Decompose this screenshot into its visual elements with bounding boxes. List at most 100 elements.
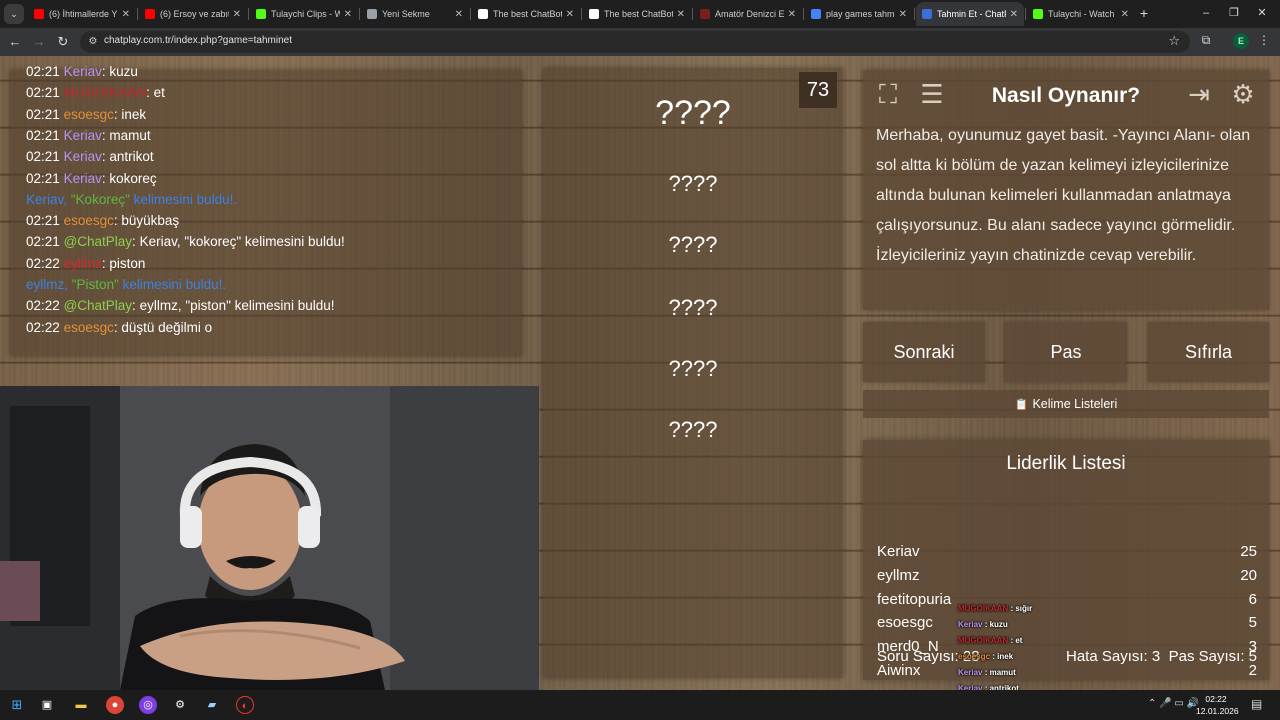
chat-text: et [153, 85, 165, 101]
overlay-text: kuzu [989, 619, 1008, 629]
browser-tab[interactable]: Tulaychi - Watch ✕ [1027, 2, 1135, 26]
tab-search-button[interactable]: ⌄ [4, 4, 24, 24]
browser-tab[interactable]: The best ChatBot ✕ [583, 2, 691, 26]
leaderboard-score: 6 [1248, 590, 1257, 608]
browser-tab[interactable]: Tahmin Et - ChatP ✕ [916, 2, 1024, 26]
more-menu-icon[interactable]: ⋮ [1258, 33, 1270, 49]
maximize-button[interactable]: ❐ [1224, 4, 1244, 22]
close-window-button[interactable]: ✕ [1252, 4, 1272, 22]
chat-username[interactable]: @ChatPlay [64, 234, 132, 249]
pass-button[interactable]: Pas [1005, 322, 1127, 382]
chat-username[interactable]: Keriav [64, 128, 102, 143]
chat-time: 02:21 [26, 170, 60, 186]
chat-username[interactable]: @ChatPlay [64, 298, 132, 313]
browser-tab[interactable]: Yeni Sekme ✕ [361, 2, 469, 26]
browser-tab[interactable]: The best ChatBot ✕ [472, 2, 580, 26]
chat-text: piston [109, 255, 146, 271]
obs-icon[interactable]: ◎ [139, 696, 157, 714]
tab-favicon-icon [367, 9, 377, 19]
chat-time: 02:21 [26, 127, 60, 143]
tab-close-icon[interactable]: ✕ [899, 9, 907, 20]
chat-username[interactable]: MUGOIKAAN [64, 85, 147, 100]
overlay-chat-line: esoesgc : inek [958, 651, 1014, 661]
chat-system-message: Keriav, "Kokoreç" kelimesini buldu!. [26, 192, 237, 207]
tab-favicon-icon [34, 9, 44, 19]
taboo-word-slot: ???? [668, 232, 718, 257]
how-to-play-panel: ⛶ ☰ Nasıl Oynanır? ⇥ ⚙ Merhaba, oyunumuz… [863, 70, 1269, 310]
words-panel: ???? ???? ???? ???? ???? ???? [543, 68, 843, 678]
chat-text: büyükbaş [121, 213, 180, 229]
tab-title: Tulaychi Clips - W [271, 9, 340, 19]
minimize-button[interactable]: – [1196, 4, 1216, 22]
chat-text: kokoreç [109, 170, 157, 186]
tab-title: (6) İhtimallerde Y [49, 9, 118, 19]
forward-icon[interactable]: → [30, 33, 48, 51]
webcam-feed [0, 386, 539, 690]
chat-message: 02:21 Keriav: kuzu [26, 64, 138, 79]
chat-time: 02:22 [26, 298, 60, 314]
browser-tab[interactable]: (6) Ersoy ve zabıt ✕ [139, 2, 247, 26]
task-view-icon[interactable]: ▣ [38, 696, 56, 714]
chat-system-message: eyllmz, "Piston" kelimesini buldu!. [26, 277, 226, 292]
new-tab-button[interactable]: + [1136, 4, 1152, 22]
chat-username[interactable]: esoesgc [64, 213, 114, 228]
back-icon[interactable]: ← [6, 33, 24, 51]
extensions-icon[interactable]: ⧉ [1198, 33, 1214, 49]
file-explorer-icon[interactable]: ▬ [72, 696, 90, 714]
url-text[interactable]: chatplay.com.tr/index.php?game=tahminet [104, 35, 292, 46]
tab-close-icon[interactable]: ✕ [1010, 9, 1018, 20]
taskbar-clock[interactable]: 02:22 12.01.2026 [1196, 693, 1239, 717]
recording-app-icon[interactable]: ◐ [236, 696, 254, 714]
tab-close-icon[interactable]: ✕ [122, 9, 130, 20]
chat-username[interactable]: esoesgc [64, 320, 114, 335]
chat-time: 02:21 [26, 213, 60, 229]
tab-close-icon[interactable]: ✕ [344, 9, 352, 20]
next-button[interactable]: Sonraki [863, 322, 985, 382]
leaderboard-score: 20 [1240, 566, 1257, 584]
browser-tab[interactable]: Amatör Denizci E ✕ [694, 2, 802, 26]
tab-close-icon[interactable]: ✕ [1121, 9, 1129, 20]
tab-close-icon[interactable]: ✕ [566, 9, 574, 20]
notification-icon[interactable]: ▤ [1251, 697, 1262, 711]
leaderboard-name: feetitopuria [877, 590, 952, 608]
chat-username[interactable]: esoesgc [64, 107, 114, 122]
tab-title: Tulaychi - Watch [1048, 9, 1115, 19]
chat-time: 02:21 [26, 64, 60, 79]
settings-gear-icon[interactable]: ⚙ [1227, 78, 1259, 110]
overlay-text: mamut [989, 667, 1016, 677]
chat-message: 02:21 @ChatPlay: Keriav, "kokoreç" kelim… [26, 234, 345, 250]
chat-username[interactable]: Keriav [64, 149, 102, 164]
tab-close-icon[interactable]: ✕ [677, 9, 685, 20]
tab-close-icon[interactable]: ✕ [233, 9, 241, 20]
system-tray[interactable]: ⌃ 🎤 ▭ 🔊 [1148, 698, 1199, 709]
browser-tab[interactable]: (6) İhtimallerde Y ✕ [28, 2, 136, 26]
leaderboard-score: 5 [1248, 614, 1257, 632]
logout-icon[interactable]: ⇥ [1183, 78, 1215, 110]
chat-panel: 02:21 Keriav: kuzu 02:21 MUGOIKAAN: et 02:… [10, 64, 522, 356]
word-lists-label: Kelime Listeleri [1032, 397, 1118, 411]
tab-close-icon[interactable]: ✕ [788, 9, 796, 20]
how-to-play-text: Merhaba, oyunumuz gayet basit. -Yayıncı … [876, 127, 1251, 264]
system-message-text: eyllmz, "Piston" kelimesini buldu!. [26, 277, 227, 292]
profile-avatar[interactable]: E [1233, 33, 1249, 49]
chat-username[interactable]: Keriav [64, 171, 102, 186]
tab-favicon-icon [256, 9, 266, 19]
browser-tab[interactable]: Tulaychi Clips - W ✕ [250, 2, 358, 26]
chat-time: 02:21 [26, 149, 60, 165]
bookmark-star-icon[interactable]: ☆ [1168, 33, 1180, 49]
app-icon[interactable]: ▰ [203, 696, 221, 714]
tab-close-icon[interactable]: ✕ [455, 9, 463, 20]
overlay-username: Keriav [958, 667, 983, 677]
start-icon[interactable]: ⊞ [8, 696, 26, 714]
address-bar[interactable]: ⚙ chatplay.com.tr/index.php?game=tahmine… [80, 31, 1190, 53]
chat-username[interactable]: eyllmz [64, 256, 102, 271]
chrome-icon[interactable]: ● [106, 696, 124, 714]
browser-tab[interactable]: play games tahmi ✕ [805, 2, 913, 26]
reload-icon[interactable]: ↻ [54, 33, 72, 51]
chat-message: 02:21 Keriav: mamut [26, 127, 151, 143]
reset-button[interactable]: Sıfırla [1148, 322, 1269, 382]
word-lists-button[interactable]: 📋 Kelime Listeleri [863, 390, 1269, 418]
settings-icon[interactable]: ⚙ [171, 696, 189, 714]
chat-username[interactable]: Keriav [64, 64, 102, 79]
site-info-icon[interactable]: ⚙ [86, 35, 100, 49]
